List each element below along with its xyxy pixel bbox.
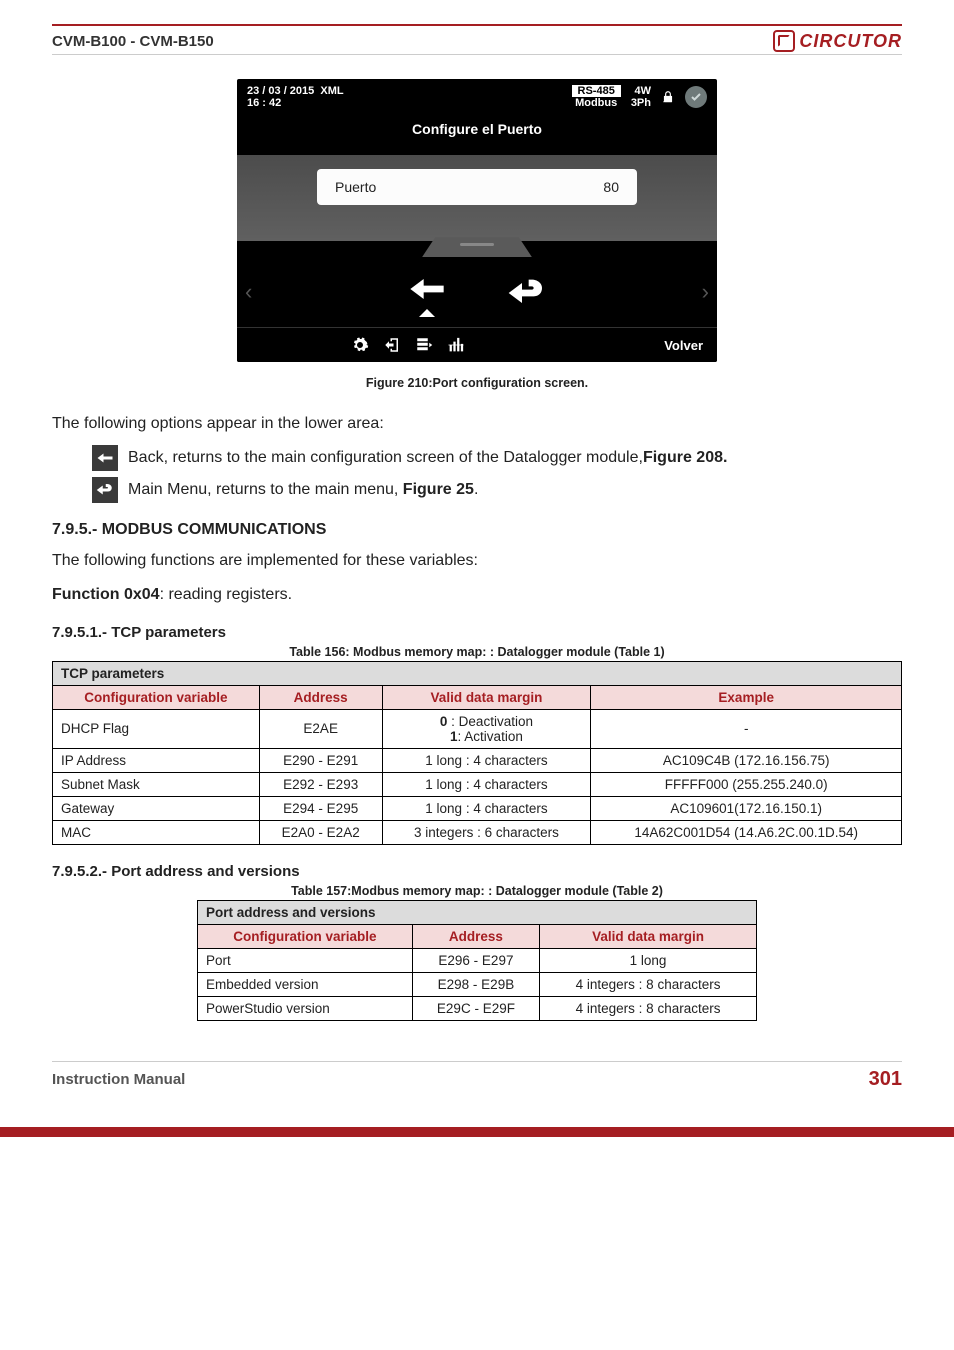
check-icon [685, 86, 707, 108]
brand-logo-icon [773, 30, 795, 52]
table-156: TCP parameters Configuration variableAdd… [52, 661, 902, 845]
main-menu-button[interactable] [504, 273, 550, 313]
wiring-3ph: 3Ph [631, 97, 651, 109]
back-mini-icon [92, 445, 118, 471]
table-157-category: Port address and versions [198, 900, 757, 924]
table-header: Example [591, 685, 902, 709]
table-156-caption: Table 156: Modbus memory map: : Datalogg… [52, 645, 902, 659]
page-indicator-icon [419, 309, 435, 317]
device-screenshot: 23 / 03 / 2015 XML 16 : 42 RS-485 Modbus… [237, 79, 717, 362]
main-menu-description: Main Menu, returns to the main menu, Fig… [128, 481, 478, 499]
main-menu-mini-icon [92, 477, 118, 503]
return-button[interactable]: Volver [664, 338, 703, 353]
footer-red-bar [0, 1127, 954, 1137]
table-header: Configuration variable [198, 924, 413, 948]
table-157-caption: Table 157:Modbus memory map: : Datalogge… [52, 884, 902, 898]
figure-caption: Figure 210:Port configuration screen. [52, 376, 902, 390]
doc-title: CVM-B100 - CVM-B150 [52, 33, 214, 50]
port-field-label: Puerto [335, 179, 376, 195]
levels-icon[interactable] [447, 336, 465, 354]
table-156-category: TCP parameters [53, 661, 902, 685]
intro-paragraph: The following options appear in the lowe… [52, 412, 902, 435]
modbus-paragraph-1: The following functions are implemented … [52, 549, 902, 572]
footer-manual: Instruction Manual [52, 1071, 185, 1088]
brand-logo: CIRCUTOR [773, 30, 902, 52]
rs485-badge: RS-485 [572, 85, 621, 97]
modbus-paragraph-2: Function 0x04: reading registers. [52, 583, 902, 606]
lock-icon [661, 89, 675, 105]
device-xml-badge: XML [320, 85, 343, 97]
footer-page-number: 301 [869, 1068, 902, 1091]
table-header: Valid data margin [382, 685, 591, 709]
arrow-left-icon [407, 275, 447, 303]
table-header: Address [259, 685, 382, 709]
device-date: 23 / 03 / 2015 [247, 85, 314, 97]
login-icon[interactable] [383, 336, 401, 354]
brand-name: CIRCUTOR [799, 31, 902, 52]
return-arrow-icon [507, 276, 547, 310]
subsection-port-heading: 7.9.5.2.- Port address and versions [52, 863, 902, 880]
back-button[interactable] [404, 269, 450, 309]
back-description: Back, returns to the main configuration … [128, 449, 727, 467]
list-icon[interactable] [415, 336, 433, 354]
table-row: Subnet MaskE292 - E2931 long : 4 charact… [53, 772, 902, 796]
table-header: Address [412, 924, 539, 948]
chevron-left-icon[interactable]: ‹ [245, 279, 252, 305]
table-row: GatewayE294 - E2951 long : 4 charactersA… [53, 796, 902, 820]
table-row: Embedded versionE298 - E29B4 integers : … [198, 972, 757, 996]
chevron-right-icon[interactable]: › [702, 279, 709, 305]
table-row: IP AddressE290 - E2911 long : 4 characte… [53, 748, 902, 772]
table-header: Configuration variable [53, 685, 260, 709]
port-field[interactable]: Puerto 80 [317, 169, 637, 205]
port-field-value: 80 [603, 179, 619, 195]
return-arrow-icon [96, 481, 114, 499]
table-header: Valid data margin [540, 924, 757, 948]
section-modbus-heading: 7.9.5.- MODBUS COMMUNICATIONS [52, 521, 902, 539]
device-time: 16 : 42 [247, 97, 281, 109]
table-row: MACE2A0 - E2A23 integers : 6 characters1… [53, 820, 902, 844]
arrow-left-icon [96, 449, 114, 467]
modbus-label: Modbus [572, 97, 621, 109]
drawer-handle-icon[interactable] [422, 237, 532, 257]
subsection-tcp-heading: 7.9.5.1.- TCP parameters [52, 624, 902, 641]
gear-icon[interactable] [351, 336, 369, 354]
table-row: DHCP FlagE2AE0 : Deactivation1: Activati… [53, 709, 902, 748]
table-row: PortE296 - E2971 long [198, 948, 757, 972]
wiring-4w: 4W [631, 85, 651, 97]
table-row: PowerStudio versionE29C - E29F4 integers… [198, 996, 757, 1020]
device-screen-title: Configure el Puerto [237, 111, 717, 155]
table-157: Port address and versions Configuration … [197, 900, 757, 1021]
